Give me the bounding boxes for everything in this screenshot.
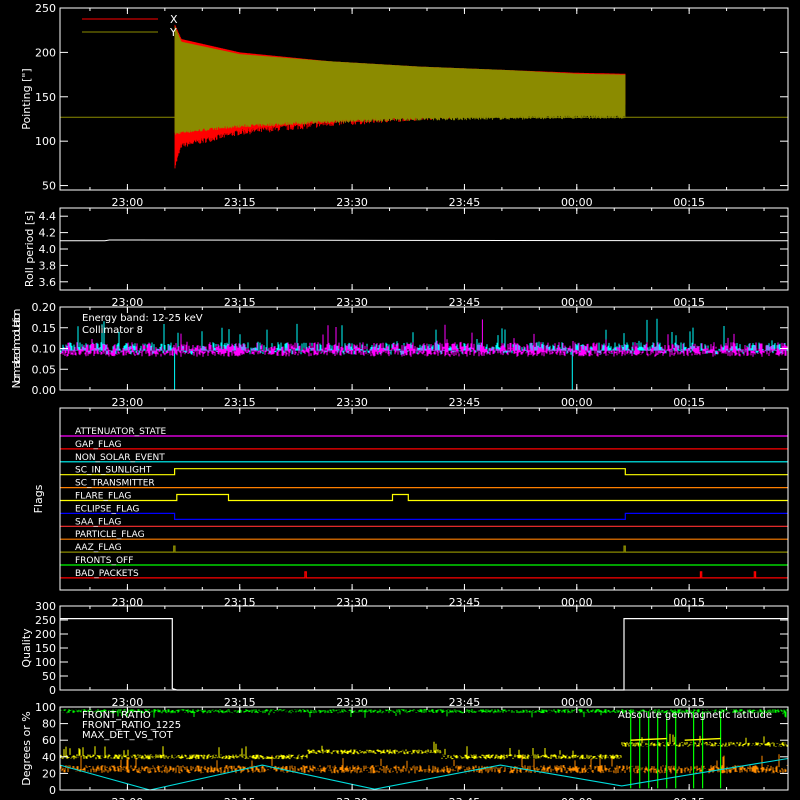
legend-label-max_det_vs_tot: MAX_DET_VS_TOT [82, 730, 174, 741]
y-tick-label: 0.15 [32, 322, 57, 335]
y-tick-label: 60 [42, 734, 56, 747]
y-tick-label: 0.10 [32, 343, 57, 356]
x-tick-label: 23:15 [224, 796, 256, 800]
flag-label-saa_flag: SAA_FLAG [75, 517, 121, 527]
flag-label-sc_transmitter: SC_TRANSMITTER [75, 479, 155, 489]
plot-canvas: 23:00 23:15 23:30 23:45 00:00 00:155010015020… [0, 0, 800, 800]
y-tick-label: 100 [35, 656, 56, 669]
x-tick-label: 23:45 [449, 396, 481, 409]
x-tick-label: 23:15 [224, 196, 256, 209]
y-tick-label: 20 [42, 767, 56, 780]
flag-label-flare_flag: FLARE_FLAG [75, 492, 131, 502]
flag-label-fronts_off: FRONTS_OFF [75, 556, 133, 566]
y-tick-label: 3.6 [39, 276, 57, 289]
y-tick-label: 40 [42, 751, 56, 764]
x-tick-label: 00:15 [673, 396, 705, 409]
collimator-annotation: Collimator 8 [82, 325, 143, 336]
y-tick-label: 100 [35, 135, 56, 148]
y-tick-label: 0.00 [32, 384, 57, 397]
flag-label-eclipse_flag: ECLIPSE_FLAG [75, 504, 139, 514]
x-tick-label: 00:00 [561, 396, 593, 409]
y-tick-label: 4.0 [39, 243, 57, 256]
flag-label-gap_flag: GAP_FLAG [75, 440, 121, 450]
flag-label-particle_flag: PARTICLE_FLAG [75, 530, 145, 540]
y-tick-label: 50 [42, 670, 56, 683]
y-tick-label: 200 [35, 46, 56, 59]
x-tick-label: 23:45 [449, 196, 481, 209]
legend-label-x: X [170, 13, 178, 26]
y-axis-label: Normalized modulation [10, 308, 23, 388]
x-tick-label: 23:30 [336, 796, 368, 800]
x-tick-label: 23:00 [112, 396, 144, 409]
x-tick-label: 23:00 [112, 796, 144, 800]
y-tick-label: 0 [49, 684, 56, 697]
flag-label-non_solar_event: NON_SOLAR_EVENT [75, 453, 165, 463]
flag-label-aaz_flag: AAZ_FLAG [75, 543, 122, 553]
x-tick-label: 23:45 [449, 796, 481, 800]
y-tick-label: 200 [35, 628, 56, 641]
y-axis-label: Flags [32, 484, 45, 513]
y-tick-label: 50 [42, 180, 56, 193]
y-tick-label: 0.20 [32, 301, 57, 314]
flag-label-attenuator_state: ATTENUATOR_STATE [75, 427, 167, 437]
y-tick-label: 300 [35, 600, 56, 613]
y-tick-label: 80 [42, 718, 56, 731]
y-tick-label: 150 [35, 642, 56, 655]
flag-label-sc_in_sunlight: SC_IN_SUNLIGHT [75, 466, 152, 476]
legend-label-y: Y [169, 26, 177, 39]
x-tick-label: 23:30 [336, 196, 368, 209]
y-axis-label: Pointing ["] [20, 68, 33, 129]
y-tick-label: 4.2 [39, 227, 57, 240]
x-tick-label: 23:15 [224, 396, 256, 409]
legend-label-geomagnetic-latitude: Absolute geomagnetic latitude [618, 710, 772, 721]
y-tick-label: 0 [49, 784, 56, 797]
x-tick-label: 00:15 [673, 196, 705, 209]
flag-label-bad_packets: BAD_PACKETS [75, 569, 139, 579]
y-tick-label: 0.05 [32, 363, 57, 376]
x-tick-label: 00:15 [673, 796, 705, 800]
y-tick-label: 100 [35, 701, 56, 714]
y-tick-label: 150 [35, 91, 56, 104]
x-tick-label: 00:00 [561, 196, 593, 209]
y-tick-label: 250 [35, 614, 56, 627]
y-tick-label: 4.4 [39, 210, 57, 223]
y-axis-label: Roll period [s] [23, 211, 36, 287]
energy-band-annotation: Energy band: 12-25 keV [82, 313, 203, 324]
y-tick-label: 250 [35, 2, 56, 15]
y-axis-label: Quality [20, 628, 33, 668]
x-tick-label: 23:30 [336, 396, 368, 409]
x-tick-label: 23:00 [112, 196, 144, 209]
x-tick-label: 00:00 [561, 796, 593, 800]
y-axis-label: Degrees or % [20, 711, 33, 785]
y-tick-label: 3.8 [39, 259, 57, 272]
